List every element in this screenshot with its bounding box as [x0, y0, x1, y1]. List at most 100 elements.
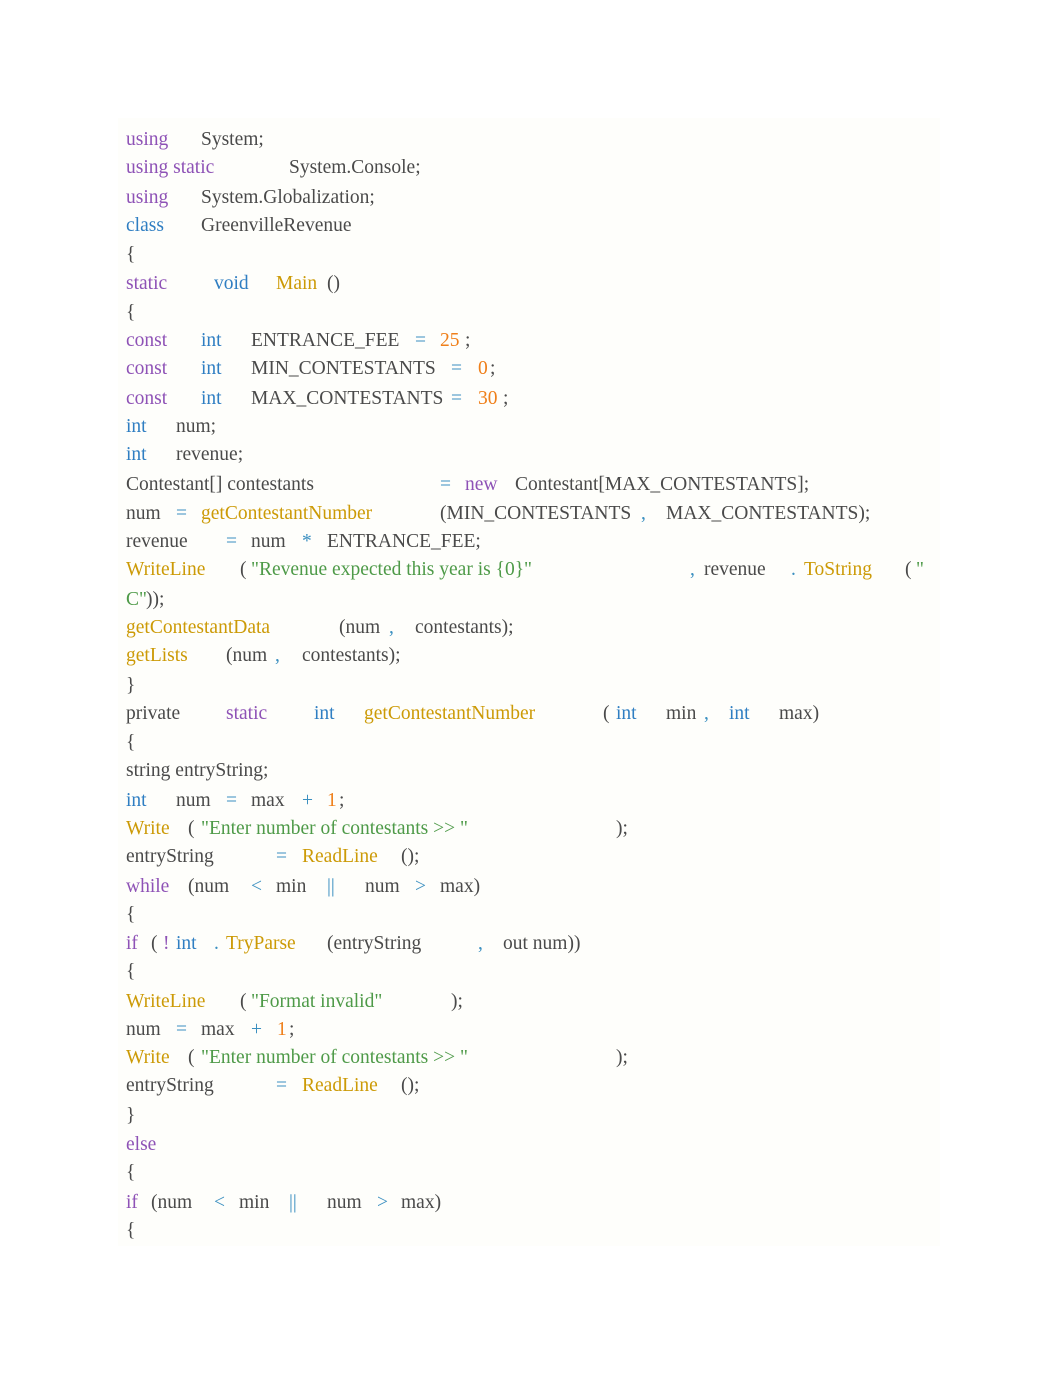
- code-token-op: =: [451, 388, 462, 409]
- code-token-plain: min: [666, 703, 697, 724]
- code-token-plain: max: [251, 790, 285, 811]
- code-token-plain: GreenvilleRevenue: [201, 215, 352, 236]
- code-token-kw: if: [126, 1192, 138, 1213]
- code-token-op: *: [302, 531, 312, 552]
- code-line: using static System.Console;: [118, 154, 940, 182]
- code-token-kw: using: [126, 129, 169, 150]
- code-token-type: int: [126, 416, 147, 437]
- code-token-num: 0: [478, 358, 488, 379]
- code-token-plain: Contestant[] contestants: [126, 474, 314, 495]
- code-token-str: "Enter number of contestants >> ": [201, 818, 468, 839]
- code-line: const int MAX_CONTESTANTS = 30;: [118, 385, 940, 413]
- code-token-op: =: [276, 846, 287, 867]
- code-token-kw: if: [126, 933, 138, 954]
- code-line: revenue = num * ENTRANCE_FEE;: [118, 528, 940, 556]
- code-token-fn: getContestantData: [126, 617, 271, 638]
- code-token-fn: WriteLine: [126, 991, 206, 1012]
- code-token-plain: num: [251, 531, 286, 552]
- code-token-num: 1: [327, 790, 337, 811]
- code-token-plain: ENTRANCE_FEE;: [327, 531, 481, 552]
- code-token-plain: min: [276, 876, 307, 897]
- code-token-op: =: [226, 790, 237, 811]
- code-token-plain: entryString: [126, 846, 214, 867]
- code-line: if (! int. TryParse (entryString, out num)): [118, 930, 940, 958]
- code-token-plain: ));: [146, 589, 165, 610]
- code-token-kw: while: [126, 876, 170, 897]
- code-token-plain: ();: [401, 846, 420, 867]
- code-token-op: ,: [690, 559, 695, 580]
- code-token-plain: ;: [465, 330, 471, 351]
- code-token-type: int: [201, 388, 222, 409]
- code-block: using System; using static System.Console; u…: [118, 118, 940, 1246]
- code-token-fn: ReadLine: [302, 846, 378, 867]
- code-token-plain: contestants);: [415, 617, 514, 638]
- code-token-op: ,: [275, 645, 280, 666]
- code-line: string entryString;: [118, 757, 940, 785]
- code-line: static void Main (): [118, 270, 940, 298]
- code-token-str: "Revenue expected this year is {0}": [251, 559, 533, 580]
- code-line: getContestantData (num, contestants);: [118, 614, 940, 642]
- code-token-op: =: [440, 474, 451, 495]
- code-token-type: int: [201, 358, 222, 379]
- code-line: getLists (num, contestants);: [118, 642, 940, 670]
- code-token-op: =: [276, 1075, 287, 1096]
- code-token-op: .: [791, 559, 796, 580]
- code-token-plain: System.Console;: [289, 157, 421, 178]
- code-line: WriteLine("Revenue expected this year is…: [118, 556, 940, 584]
- code-token-plain: max): [401, 1192, 442, 1213]
- code-token-type: int: [314, 703, 335, 724]
- code-token-kw: static: [126, 273, 168, 294]
- code-token-plain: ;: [339, 790, 345, 811]
- code-line: using System.Globalization;: [118, 184, 940, 212]
- code-line: Write ("Enter number of contestants >> ")…: [118, 1044, 940, 1072]
- code-token-plain: }: [126, 675, 136, 696]
- code-line: Contestant[] contestants = new Contestant[M…: [118, 471, 940, 499]
- code-token-type: class: [126, 215, 164, 236]
- code-token-fn: TryParse: [226, 933, 296, 954]
- code-token-plain: (entryString: [327, 933, 422, 954]
- code-token-op: ,: [641, 503, 646, 524]
- code-token-plain: contestants);: [302, 645, 401, 666]
- code-line: int revenue;: [118, 441, 940, 469]
- code-token-plain: );: [616, 818, 628, 839]
- code-token-type: int: [616, 703, 637, 724]
- code-token-kw: using: [126, 187, 169, 208]
- code-line: {: [118, 901, 940, 929]
- code-token-plain: max: [201, 1019, 235, 1040]
- code-token-plain: (: [240, 991, 247, 1012]
- code-line: C"));: [118, 586, 940, 614]
- code-token-kw: !: [163, 933, 170, 954]
- code-token-op: ,: [478, 933, 483, 954]
- code-line: int num;: [118, 413, 940, 441]
- code-token-fn: WriteLine: [126, 559, 206, 580]
- code-token-plain: {: [126, 1162, 136, 1183]
- code-token-plain: (): [327, 273, 340, 294]
- code-token-plain: System.Globalization;: [201, 187, 375, 208]
- code-token-fn: ToString: [804, 559, 872, 580]
- code-token-kw: const: [126, 330, 168, 351]
- code-token-plain: MIN_CONTESTANTS: [251, 358, 436, 379]
- code-line: entryString = ReadLine ();: [118, 1072, 940, 1100]
- code-line: class GreenvilleRevenue: [118, 212, 940, 240]
- code-token-plain: ;: [490, 358, 496, 379]
- code-token-plain: max): [440, 876, 481, 897]
- code-token-plain: (num: [151, 1192, 193, 1213]
- code-token-num: 1: [277, 1019, 287, 1040]
- code-token-op: +: [302, 790, 313, 811]
- code-token-plain: revenue: [126, 531, 188, 552]
- code-token-plain: ;: [289, 1019, 295, 1040]
- code-token-plain: ;: [503, 388, 509, 409]
- code-token-num: 30: [478, 388, 498, 409]
- code-token-type: int: [176, 933, 197, 954]
- code-line: {: [118, 1217, 940, 1245]
- code-token-plain: (: [905, 559, 912, 580]
- code-token-kw: const: [126, 358, 168, 379]
- code-token-plain: (: [188, 818, 195, 839]
- code-token-op: >: [415, 876, 426, 897]
- code-token-plain: (: [240, 559, 247, 580]
- code-token-fn: Write: [126, 1047, 170, 1068]
- code-line: {: [118, 299, 940, 327]
- code-token-op: <: [251, 876, 262, 897]
- code-token-fn: Write: [126, 818, 170, 839]
- code-token-plain: num: [365, 876, 400, 897]
